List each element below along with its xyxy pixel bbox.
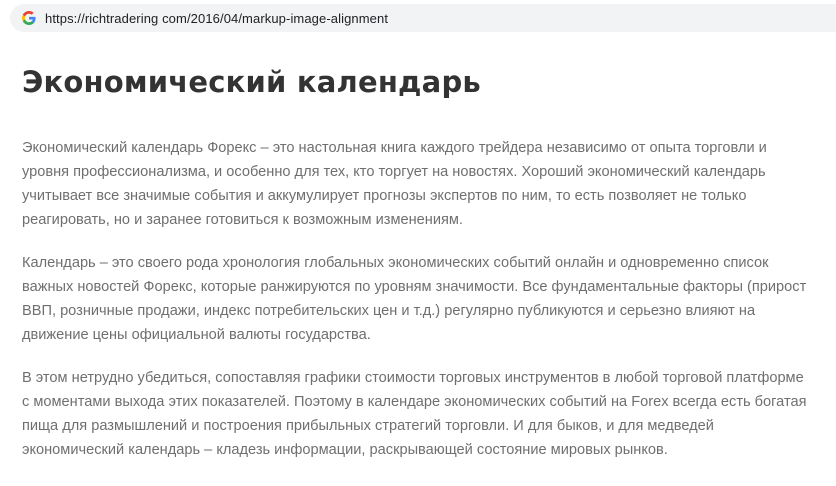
url-text[interactable]: https://richtradering com/2016/04/markup… <box>45 11 388 26</box>
article-paragraph: В этом нетрудно убедиться, сопоставляя г… <box>22 370 807 458</box>
page-title: Экономический календарь <box>22 65 481 99</box>
article: Экономический календарь Экономический ка… <box>22 60 812 458</box>
address-bar[interactable]: https://richtradering com/2016/04/markup… <box>10 4 836 32</box>
google-g-icon <box>22 11 36 25</box>
article-paragraph: Календарь – это своего рода хронология г… <box>22 255 807 343</box>
article-paragraph: Экономический календарь Форекс – это нас… <box>22 140 767 228</box>
